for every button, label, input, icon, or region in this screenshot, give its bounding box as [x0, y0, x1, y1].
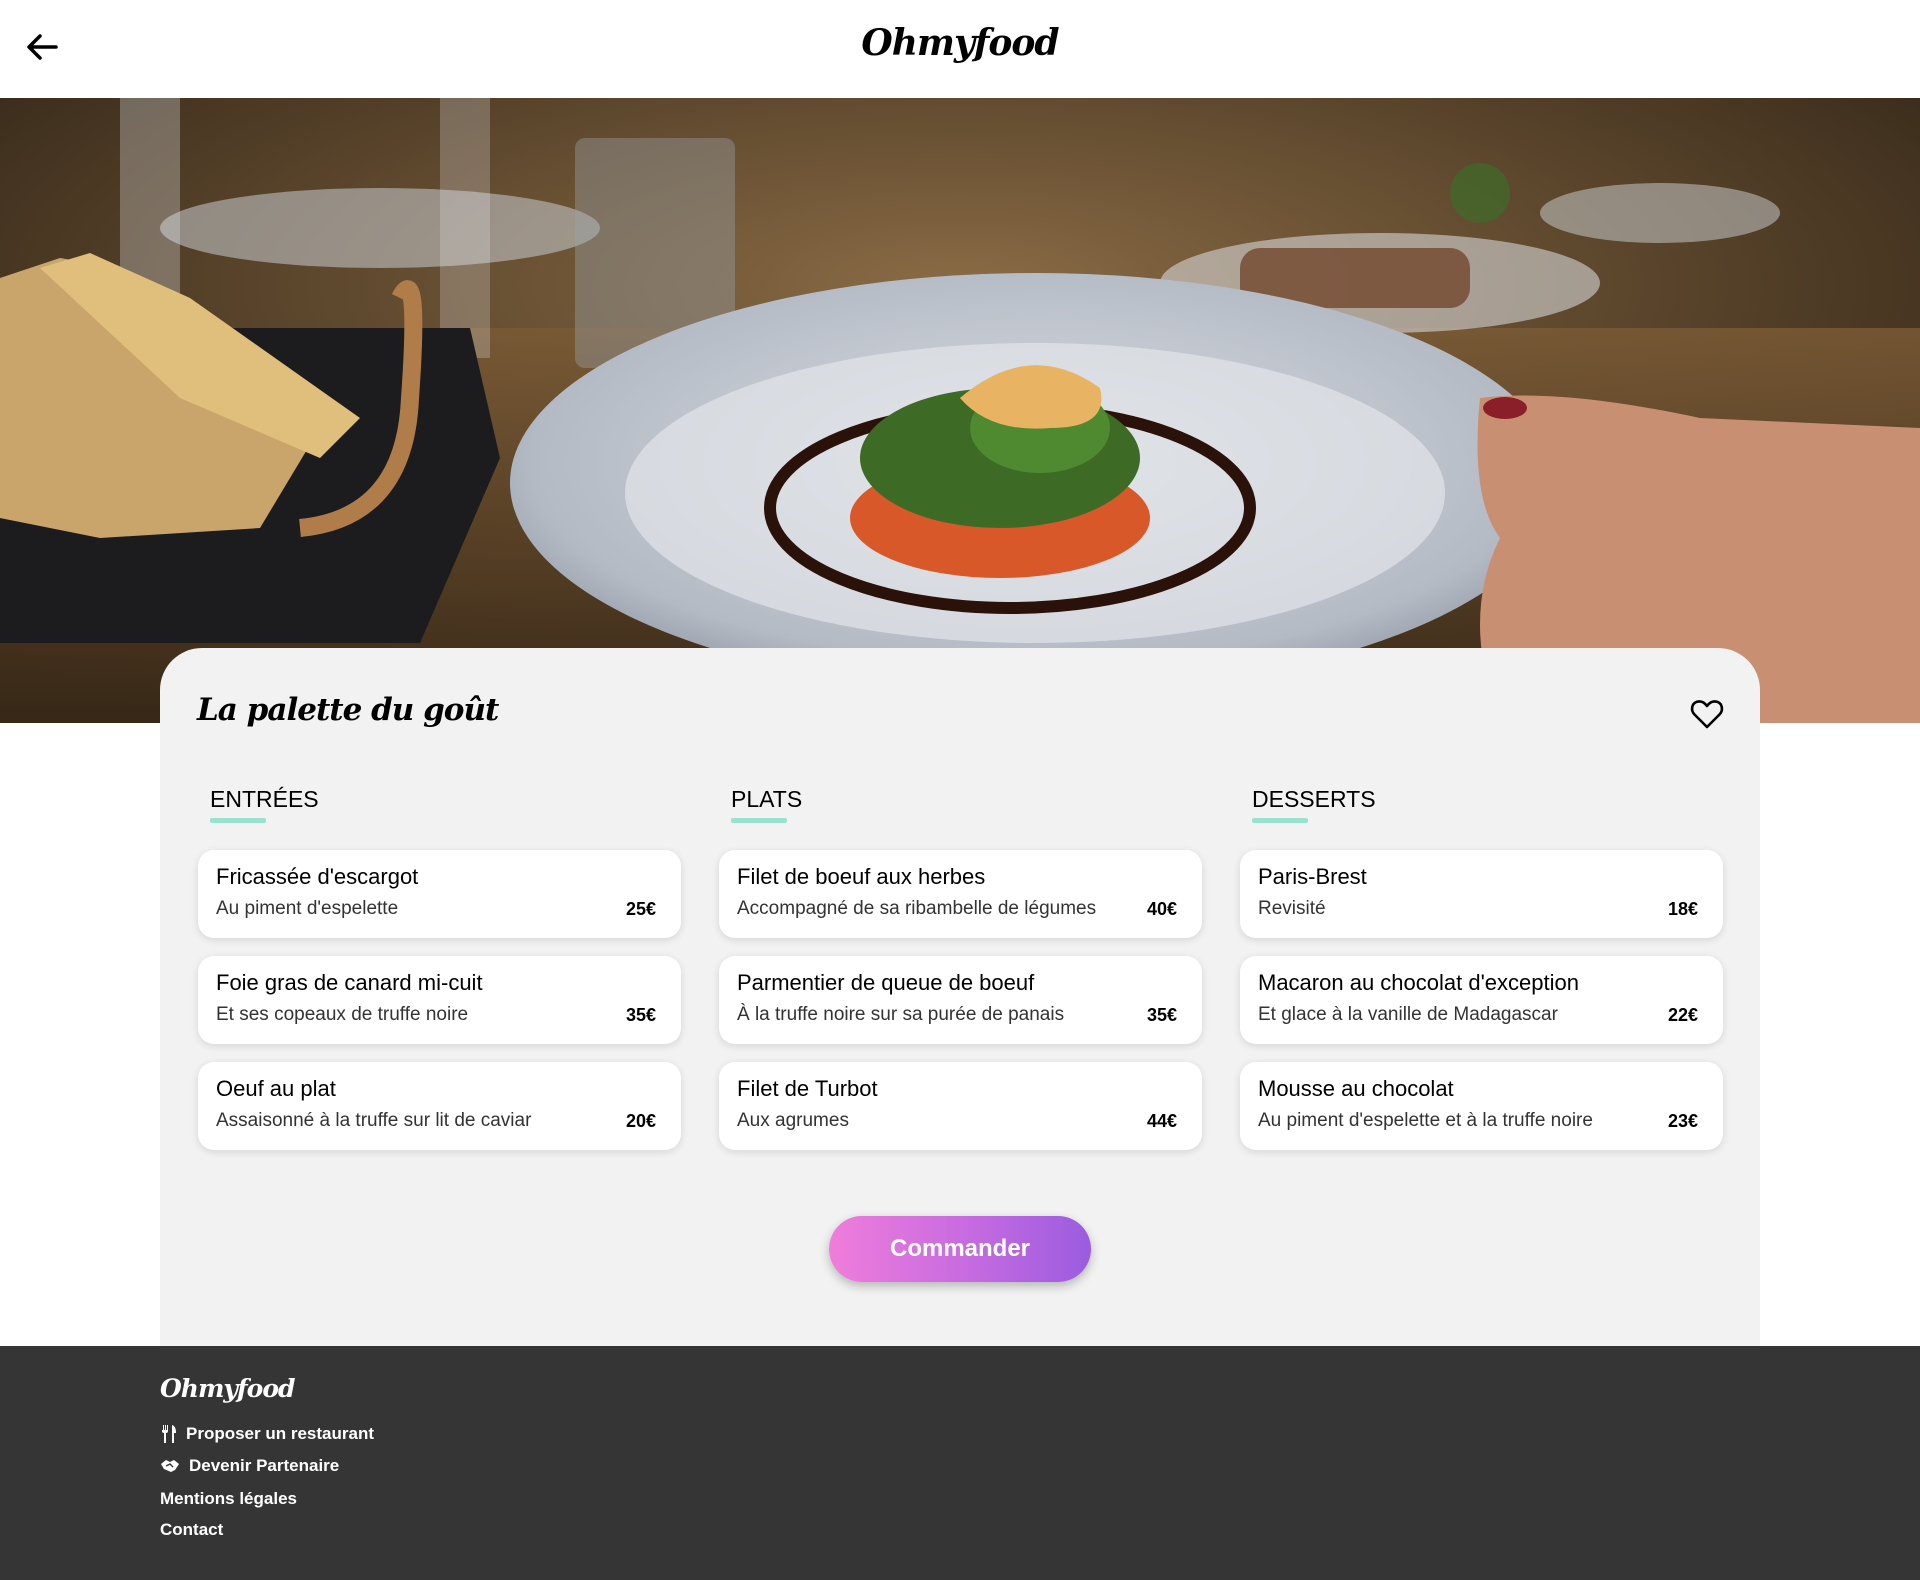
dish-name: Filet de boeuf aux herbes — [737, 864, 986, 889]
dish-description: Accompagné de sa ribambelle de légumes — [737, 898, 1097, 919]
dish-card[interactable]: Fricassée d'escargot Au piment d'espelet… — [198, 850, 681, 938]
dish-description: Revisité — [1258, 898, 1326, 919]
dish-price: 22€ — [1667, 1005, 1698, 1025]
dish-price: 23€ — [1667, 1111, 1698, 1131]
dish-price: 18€ — [1667, 899, 1698, 919]
footer-link-contact[interactable]: Contact — [160, 1520, 223, 1540]
hero-image — [0, 98, 1920, 723]
dish-name: Fricassée d'escargot — [216, 864, 419, 889]
section-underline — [210, 818, 266, 823]
footer-link-become-partner[interactable]: Devenir Partenaire — [160, 1456, 339, 1476]
dish-card[interactable]: Mousse au chocolat Au piment d'espelette… — [1240, 1062, 1723, 1150]
menu-column-entrees: ENTRÉES Fricassée d'escargot Au piment d… — [198, 786, 681, 1150]
handshake-icon — [161, 1460, 179, 1472]
dish-card[interactable]: Macaron au chocolat d'exception Et glace… — [1240, 956, 1723, 1044]
footer-link-propose-restaurant[interactable]: Proposer un restaurant — [160, 1424, 374, 1444]
dish-name: Macaron au chocolat d'exception — [1258, 970, 1579, 995]
dish-description: Au piment d'espelette et à la truffe noi… — [1258, 1110, 1593, 1131]
dish-description: Et ses copeaux de truffe noire — [216, 1004, 469, 1025]
menu-card: La palette du goût ENTRÉES Fricassée d'e… — [160, 648, 1760, 1346]
dish-description: Au piment d'espelette — [216, 898, 399, 919]
dish-card[interactable]: Filet de Turbot Aux agrumes 44€ — [719, 1062, 1202, 1150]
footer-link-label: Proposer un restaurant — [186, 1424, 374, 1443]
restaurant-title: La palette du goût — [197, 692, 499, 728]
footer: Ohmyfood Proposer un restaurant Devenir … — [0, 1346, 1920, 1580]
section-title: ENTRÉES — [210, 786, 319, 812]
dish-name: Paris-Brest — [1258, 864, 1367, 889]
dish-price: 35€ — [625, 1005, 656, 1025]
heart-outline-icon — [1690, 700, 1724, 729]
dish-card[interactable]: Oeuf au plat Assaisonné à la truffe sur … — [198, 1062, 681, 1150]
footer-logo: Ohmyfood — [160, 1374, 296, 1403]
dish-card[interactable]: Paris-Brest Revisité 18€ — [1240, 850, 1723, 938]
dish-name: Oeuf au plat — [216, 1076, 336, 1101]
utensils-icon — [162, 1425, 176, 1443]
favorite-button[interactable] — [1690, 698, 1724, 730]
dish-price: 25€ — [625, 899, 656, 919]
section-title: DESSERTS — [1252, 786, 1376, 812]
footer-link-label: Devenir Partenaire — [189, 1456, 340, 1475]
menu-column-plats: PLATS Filet de boeuf aux herbes Accompag… — [719, 786, 1202, 1150]
dish-card[interactable]: Foie gras de canard mi-cuit Et ses copea… — [198, 956, 681, 1044]
footer-link-legal[interactable]: Mentions légales — [160, 1489, 297, 1509]
order-button[interactable]: Commander — [829, 1216, 1091, 1282]
section-title: PLATS — [731, 786, 803, 812]
dish-price: 40€ — [1146, 899, 1177, 919]
dish-description: Aux agrumes — [737, 1110, 849, 1131]
menu-column-desserts: DESSERTS Paris-Brest Revisité 18€ Macaro… — [1240, 786, 1723, 1150]
dish-price: 44€ — [1146, 1111, 1177, 1131]
dish-price: 35€ — [1146, 1005, 1177, 1025]
section-underline — [731, 818, 787, 823]
app-logo[interactable]: Ohmyfood — [0, 22, 1920, 64]
dish-card[interactable]: Parmentier de queue de boeuf À la truffe… — [719, 956, 1202, 1044]
dish-description: À la truffe noire sur sa purée de panais — [737, 1004, 1065, 1025]
dish-card[interactable]: Filet de boeuf aux herbes Accompagné de … — [719, 850, 1202, 938]
dish-description: Assaisonné à la truffe sur lit de caviar — [216, 1110, 532, 1131]
plated-dish-photo — [0, 98, 1920, 723]
header: Ohmyfood — [0, 0, 1920, 98]
dish-name: Mousse au chocolat — [1258, 1076, 1454, 1101]
dish-name: Filet de Turbot — [737, 1076, 878, 1101]
dish-name: Foie gras de canard mi-cuit — [216, 970, 483, 995]
dish-price: 20€ — [625, 1111, 656, 1131]
dish-description: Et glace à la vanille de Madagascar — [1258, 1004, 1558, 1025]
dish-name: Parmentier de queue de boeuf — [737, 970, 1035, 995]
section-underline — [1252, 818, 1308, 823]
